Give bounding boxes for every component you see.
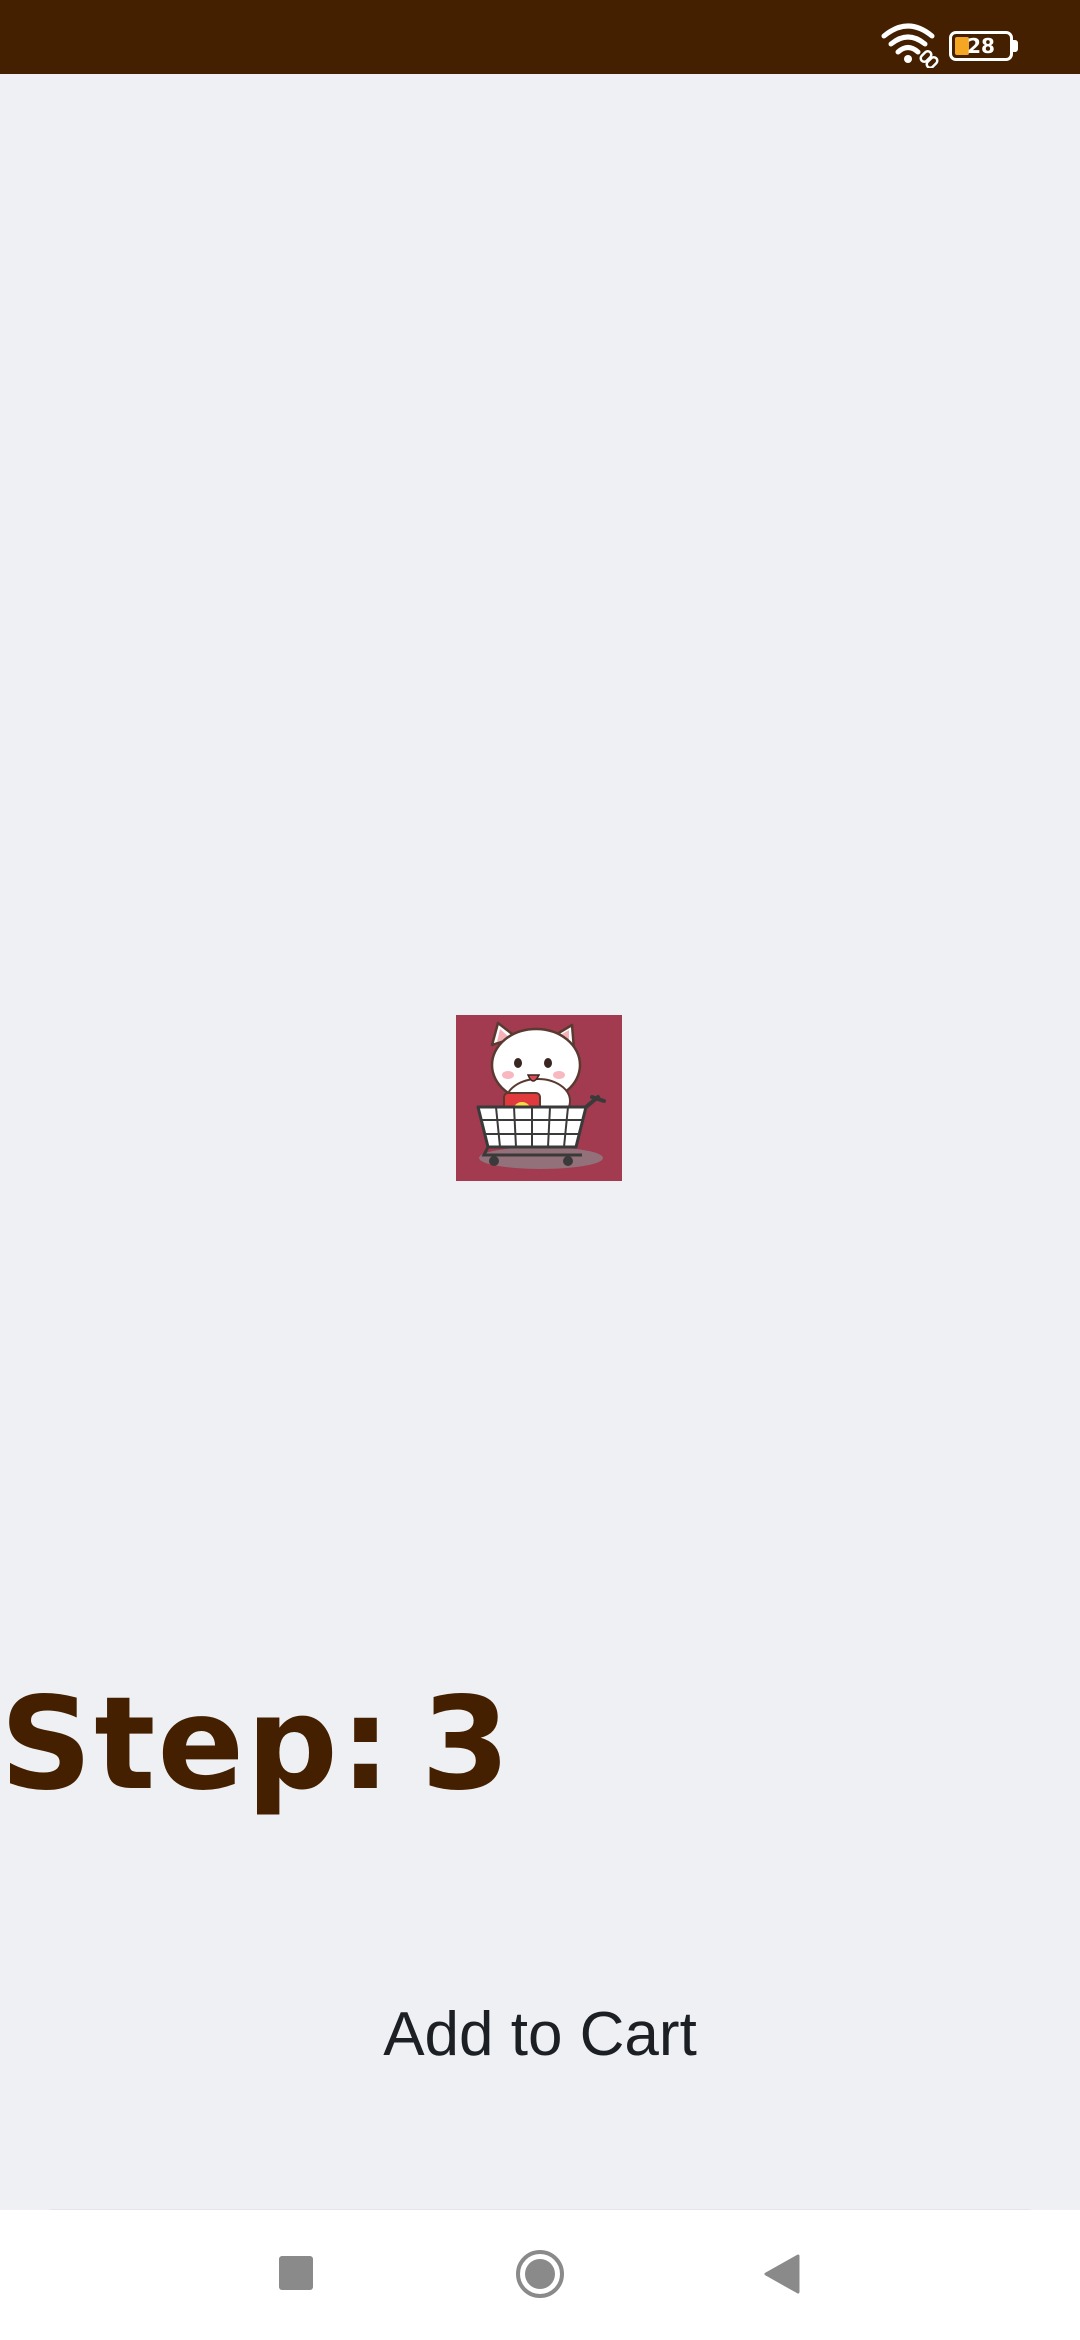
battery-level: 28 [967,34,995,58]
step-label: Step: [0,1670,393,1819]
add-to-cart-button[interactable]: Add to Cart [340,1990,740,2080]
cat-in-shopping-cart-image [456,1015,622,1181]
battery-icon: 28 [949,31,1013,61]
battery-tip [1013,40,1018,52]
status-bar: 28 [0,0,1080,74]
step-indicator: Step: 3 [0,1665,512,1825]
back-triangle-icon[interactable] [762,2254,800,2294]
wifi-icon [881,23,939,68]
step-value: 3 [421,1670,513,1819]
home-circle-icon[interactable] [514,2248,566,2300]
cat-cart-illustration [476,1021,606,1169]
link-icon [919,49,939,68]
recents-square-icon[interactable] [279,2256,313,2290]
